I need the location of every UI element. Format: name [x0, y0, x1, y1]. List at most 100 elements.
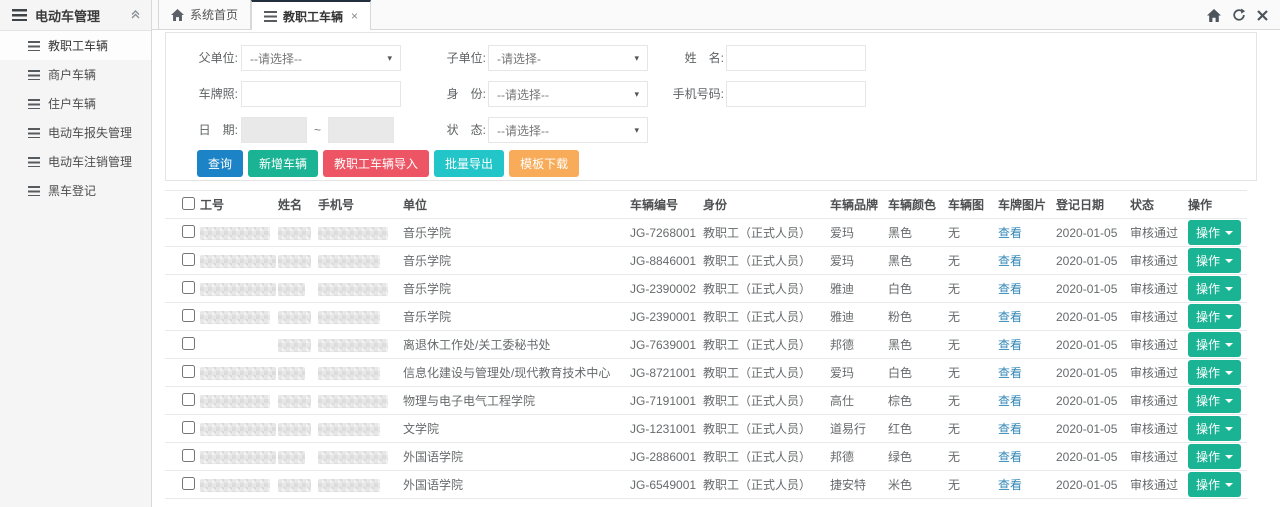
- view-plate-link[interactable]: 查看: [998, 282, 1022, 296]
- phone-input[interactable]: [726, 81, 866, 107]
- view-plate-link[interactable]: 查看: [998, 478, 1022, 492]
- vehicle-no-cell: JG-2390001: [630, 303, 703, 331]
- row-checkbox[interactable]: [182, 337, 195, 350]
- row-checkbox[interactable]: [182, 225, 195, 238]
- row-checkbox[interactable]: [182, 449, 195, 462]
- select-all-checkbox[interactable]: [182, 197, 195, 210]
- brand-cell: 邦德: [830, 331, 888, 359]
- row-action-button[interactable]: 操作: [1188, 416, 1241, 441]
- batch-export-button[interactable]: 批量导出: [434, 150, 504, 177]
- unit-cell: 物理与电子电气工程学院: [403, 387, 630, 415]
- row-checkbox[interactable]: [182, 309, 195, 322]
- row-checkbox[interactable]: [182, 421, 195, 434]
- sidebar-item-black-vehicle[interactable]: 黑车登记: [0, 176, 151, 205]
- row-checkbox[interactable]: [182, 365, 195, 378]
- register-date-cell: 2020-01-05: [1056, 331, 1130, 359]
- template-download-button[interactable]: 模板下载: [509, 150, 579, 177]
- col-plate-img: 车牌图片: [998, 191, 1056, 219]
- identity-label: 身 份:: [431, 81, 486, 107]
- view-plate-link[interactable]: 查看: [998, 254, 1022, 268]
- vehicle-no-cell: JG-2886001: [630, 443, 703, 471]
- vehicle-img-cell: 无: [948, 443, 998, 471]
- child-unit-label: 子单位:: [431, 45, 486, 71]
- name-input[interactable]: [726, 45, 866, 71]
- child-unit-select[interactable]: -请选择-▾: [488, 45, 648, 71]
- redacted-name: [278, 311, 311, 324]
- import-vehicles-button[interactable]: 教职工车辆导入: [323, 150, 429, 177]
- redacted-phone: [318, 283, 388, 296]
- vehicle-no-cell: JG-8721001: [630, 359, 703, 387]
- date-to-input[interactable]: [328, 117, 394, 143]
- color-cell: 白色: [888, 275, 948, 303]
- row-checkbox[interactable]: [182, 281, 195, 294]
- table-header-row: 工号 姓名 手机号 单位 车辆编号 身份 车辆品牌 车辆颜色 车辆图 车牌图片 …: [165, 191, 1247, 219]
- row-action-button[interactable]: 操作: [1188, 276, 1241, 301]
- search-button[interactable]: 查询: [197, 150, 243, 177]
- sidebar-item-loss-report[interactable]: 电动车报失管理: [0, 118, 151, 147]
- view-plate-link[interactable]: 查看: [998, 450, 1022, 464]
- status-cell: 审核通过: [1130, 247, 1188, 275]
- color-cell: 黑色: [888, 219, 948, 247]
- status-select[interactable]: --请选择--▾: [488, 117, 648, 143]
- vehicle-no-cell: JG-6549001: [630, 471, 703, 499]
- sidebar-item-resident-vehicles[interactable]: 住户车辆: [0, 89, 151, 118]
- identity-cell: 教职工（正式人员）: [703, 247, 830, 275]
- select-value: --请选择--: [250, 50, 302, 67]
- tab-staff-vehicles[interactable]: 教职工车辆 ×: [251, 0, 371, 30]
- col-vehicle-img: 车辆图: [948, 191, 998, 219]
- vehicle-no-cell: JG-7191001: [630, 387, 703, 415]
- view-plate-link[interactable]: 查看: [998, 226, 1022, 240]
- view-plate-link[interactable]: 查看: [998, 394, 1022, 408]
- action-label: 操作: [1196, 252, 1220, 269]
- row-checkbox[interactable]: [182, 393, 195, 406]
- identity-select[interactable]: --请选择--▾: [488, 81, 648, 107]
- home-icon: [171, 9, 184, 21]
- vehicle-img-cell: 无: [948, 303, 998, 331]
- plate-input[interactable]: [241, 81, 401, 107]
- unit-cell: 离退休工作处/关工委秘书处: [403, 331, 630, 359]
- view-plate-link[interactable]: 查看: [998, 366, 1022, 380]
- redacted-phone: [318, 227, 388, 240]
- table-row: 外国语学院 JG-2886001 教职工（正式人员） 邦德 绿色 无 查看 20…: [165, 443, 1247, 471]
- row-action-button[interactable]: 操作: [1188, 388, 1241, 413]
- row-action-button[interactable]: 操作: [1188, 220, 1241, 245]
- row-action-button[interactable]: 操作: [1188, 444, 1241, 469]
- row-action-button[interactable]: 操作: [1188, 472, 1241, 497]
- row-action-button[interactable]: 操作: [1188, 360, 1241, 385]
- view-plate-link[interactable]: 查看: [998, 422, 1022, 436]
- table-row: 音乐学院 JG-8846001 教职工（正式人员） 爱玛 黑色 无 查看 202…: [165, 247, 1247, 275]
- date-from-input[interactable]: [241, 117, 307, 143]
- unit-cell: 音乐学院: [403, 303, 630, 331]
- home-icon[interactable]: [1207, 9, 1221, 22]
- row-checkbox[interactable]: [182, 477, 195, 490]
- redacted-phone: [318, 451, 388, 464]
- tab-close-icon[interactable]: ×: [351, 9, 358, 23]
- color-cell: 黑色: [888, 331, 948, 359]
- brand-cell: 雅迪: [830, 275, 888, 303]
- row-action-button[interactable]: 操作: [1188, 248, 1241, 273]
- vehicle-img-cell: 无: [948, 415, 998, 443]
- parent-unit-select[interactable]: --请选择--▾: [241, 45, 401, 71]
- tab-system-home[interactable]: 系统首页: [158, 0, 251, 29]
- sidebar-item-staff-vehicles[interactable]: 教职工车辆: [0, 31, 151, 60]
- add-vehicle-button[interactable]: 新增车辆: [248, 150, 318, 177]
- redacted-phone: [318, 423, 380, 436]
- brand-cell: 捷安特: [830, 471, 888, 499]
- color-cell: 黑色: [888, 247, 948, 275]
- redacted-phone: [318, 255, 380, 268]
- refresh-icon[interactable]: [1232, 8, 1246, 22]
- view-plate-link[interactable]: 查看: [998, 310, 1022, 324]
- register-date-cell: 2020-01-05: [1056, 275, 1130, 303]
- view-plate-link[interactable]: 查看: [998, 338, 1022, 352]
- sidebar-item-merchant-vehicles[interactable]: 商户车辆: [0, 60, 151, 89]
- row-checkbox[interactable]: [182, 253, 195, 266]
- sidebar-item-deregistration[interactable]: 电动车注销管理: [0, 147, 151, 176]
- brand-cell: 邦德: [830, 443, 888, 471]
- close-icon[interactable]: [1257, 10, 1268, 21]
- name-label: 姓 名:: [664, 45, 724, 71]
- window-controls: [1207, 0, 1268, 30]
- row-action-button[interactable]: 操作: [1188, 332, 1241, 357]
- identity-cell: 教职工（正式人员）: [703, 331, 830, 359]
- sidebar-collapse-icon[interactable]: [130, 9, 141, 23]
- row-action-button[interactable]: 操作: [1188, 304, 1241, 329]
